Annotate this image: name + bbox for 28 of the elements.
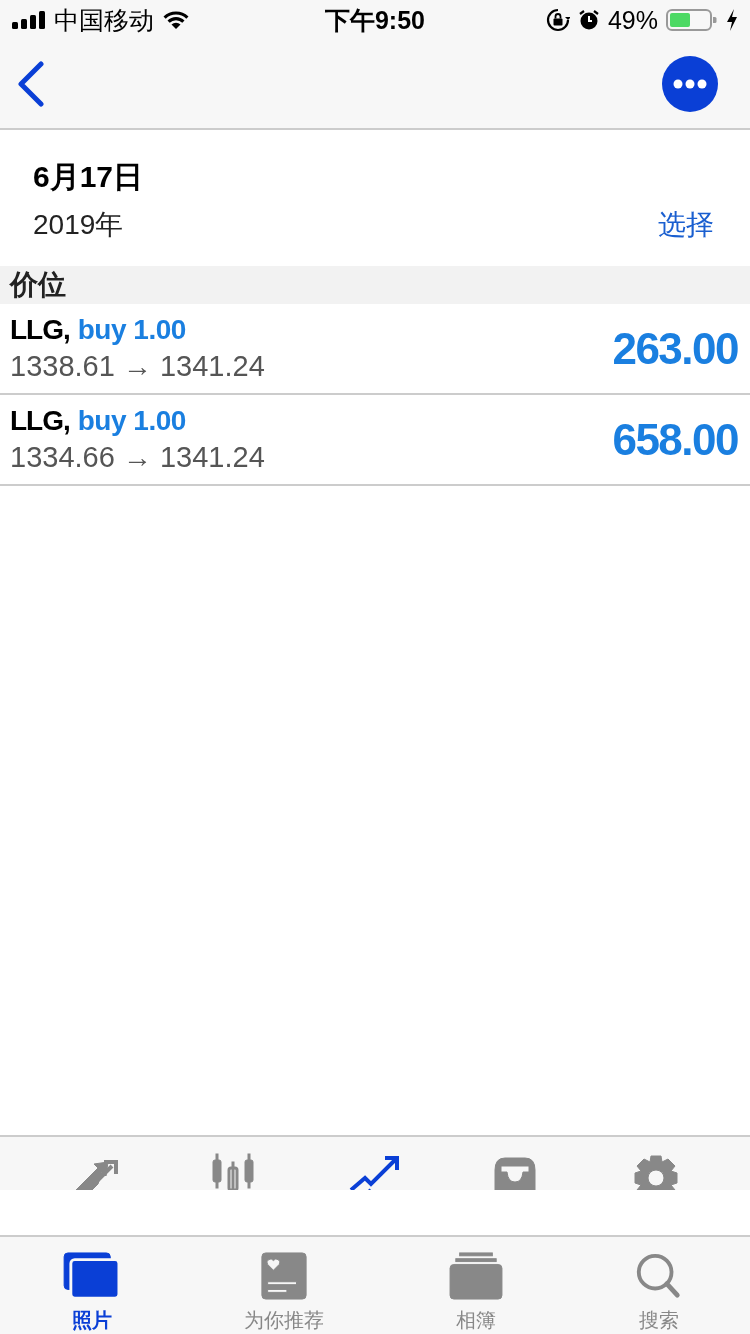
select-link[interactable]: 选择: [658, 206, 714, 244]
signal-icon: [12, 11, 46, 29]
carrier-name: 中国移动: [54, 4, 154, 36]
ellipsis-icon: [673, 79, 707, 89]
profit-value: 263.00: [612, 323, 738, 374]
tab-item[interactable]: 照片: [50, 1237, 133, 1334]
order-label: buy 1.00: [77, 314, 186, 346]
tab-item[interactable]: 为你推荐: [233, 1237, 334, 1334]
tab-item[interactable]: 搜索: [617, 1237, 700, 1334]
wifi-icon: [162, 10, 190, 30]
symbol-label: LLG,: [10, 314, 70, 346]
date-title: 6月17日: [33, 159, 144, 195]
more-button[interactable]: [662, 56, 718, 112]
order-label: buy 1.00: [77, 405, 186, 437]
year-label: 2019年: [33, 208, 125, 242]
status-time: 下午9:50: [324, 4, 425, 36]
charging-bolt-icon: [726, 9, 738, 31]
price-change: 1338.61 → 1341.24: [10, 350, 265, 383]
battery-icon: [666, 8, 718, 32]
battery-percent: 49%: [607, 5, 658, 35]
section-header: 价位: [0, 266, 750, 304]
back-icon[interactable]: [16, 61, 46, 107]
tab-item[interactable]: 相簿: [434, 1237, 517, 1334]
profit-value: 658.00: [612, 414, 738, 465]
price-change: 1334.66 → 1341.24: [10, 441, 265, 474]
rotation-lock-icon: [545, 8, 570, 32]
alarm-icon: [577, 9, 600, 31]
symbol-label: LLG,: [10, 405, 70, 437]
